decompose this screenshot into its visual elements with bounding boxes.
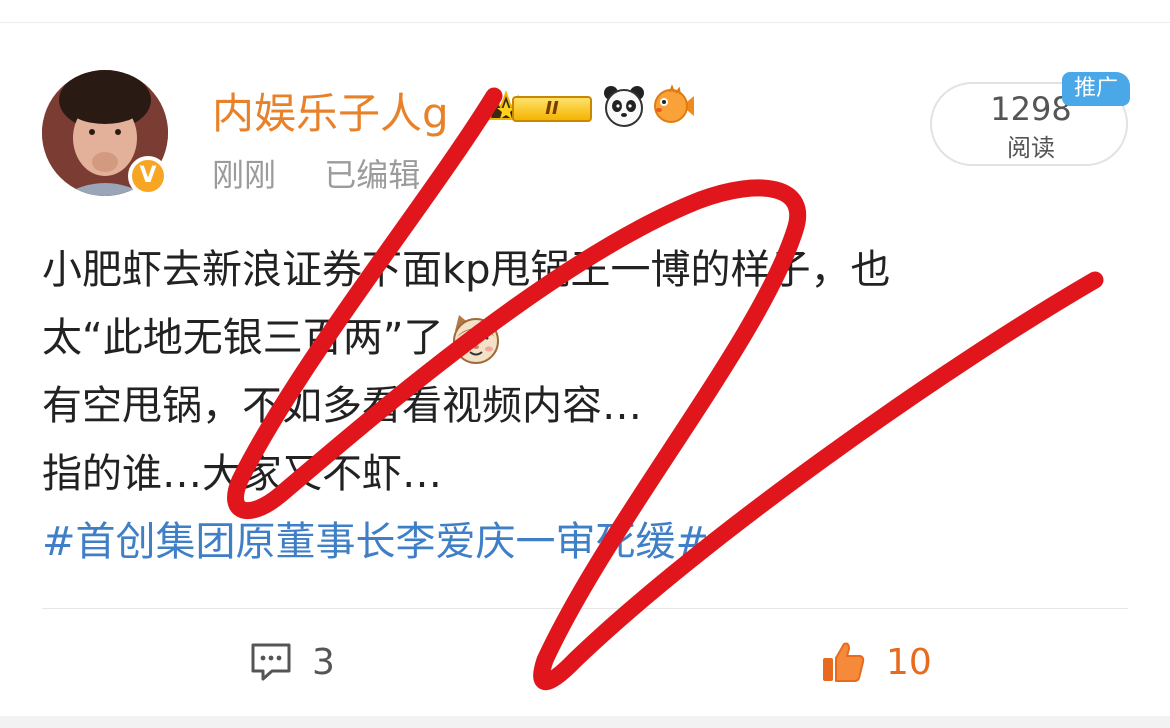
post-text-line: 小肥虾去新浪证券下面kp甩锅王一博的样子，也 xyxy=(42,247,891,293)
post-body: 小肥虾去新浪证券下面kp甩锅王一博的样子，也 太“此地无银三百两”了 有空甩锅，… xyxy=(42,236,1122,576)
post-time: 刚刚 xyxy=(212,156,277,194)
crown-vip-badge-icon[interactable]: II xyxy=(488,89,596,123)
post-text-line-with-emoji: 太“此地无银三百两”了 xyxy=(42,304,1122,372)
comment-icon xyxy=(251,643,291,681)
read-label: 阅读 xyxy=(1007,134,1055,162)
verified-badge-icon: V xyxy=(128,156,168,196)
cat-emoji-icon xyxy=(453,315,500,364)
panda-emoji-icon xyxy=(604,86,644,127)
post-meta: 刚刚 已编辑 xyxy=(212,150,458,196)
post-text-line: 指的谁…大家又不虾… xyxy=(42,451,442,497)
post-text-line: 有空甩锅，不如多看看视频内容… xyxy=(42,383,642,429)
hashtag-link[interactable]: #首创集团原董事长李爱庆一审死缓# xyxy=(42,508,1122,576)
bottom-strip xyxy=(0,716,1170,728)
edited-label: 已编辑 xyxy=(324,156,421,194)
thumbs-up-icon xyxy=(823,642,865,682)
top-divider xyxy=(0,22,1170,23)
post-text-line: 太“此地无银三百两”了 xyxy=(42,315,444,361)
author-badges: II xyxy=(488,84,696,127)
pufferfish-emoji-icon xyxy=(654,84,694,123)
like-count: 10 xyxy=(886,641,932,683)
actions-divider xyxy=(42,608,1128,609)
comment-button[interactable]: 3 xyxy=(250,640,335,684)
promo-tag[interactable]: 推广 xyxy=(1062,72,1130,106)
like-button[interactable]: 10 xyxy=(820,640,932,684)
comment-count: 3 xyxy=(312,641,335,683)
author-name[interactable]: 内娱乐子人g xyxy=(212,80,449,141)
vip-level-label: II xyxy=(512,96,592,122)
